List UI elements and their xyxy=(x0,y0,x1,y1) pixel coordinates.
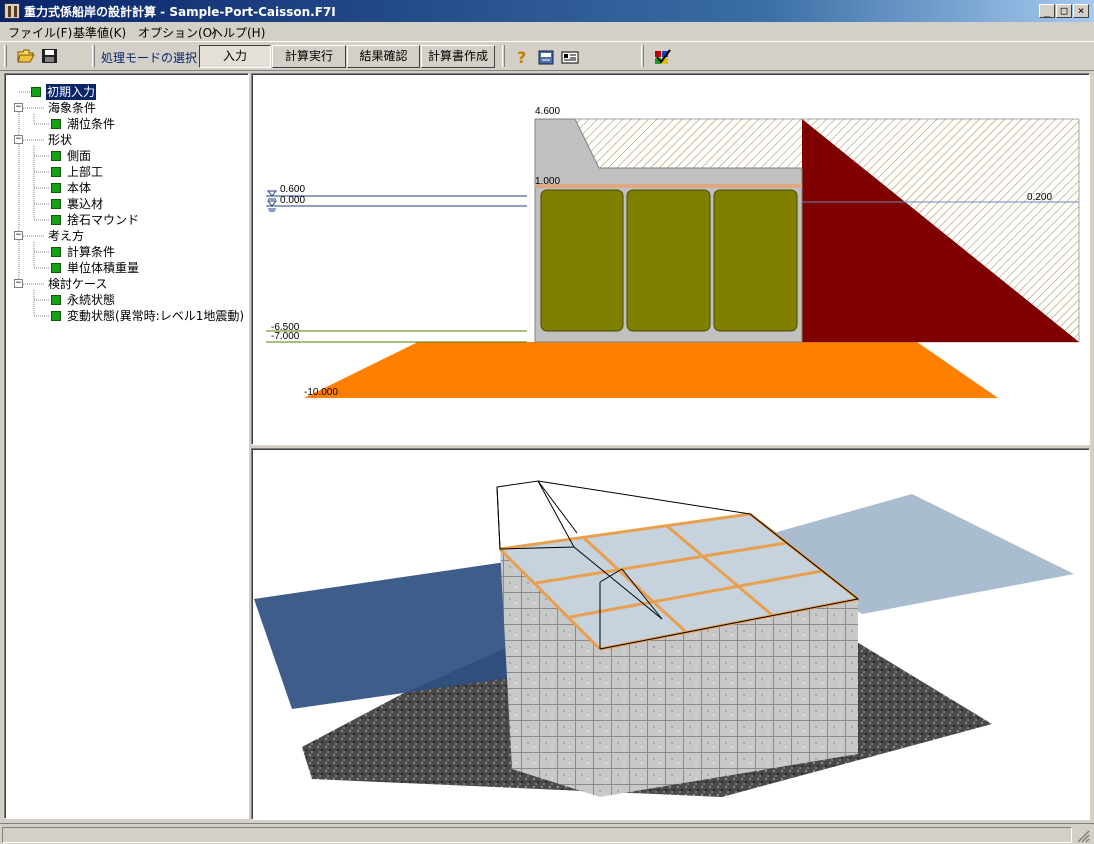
status-bar xyxy=(0,823,1094,844)
menu-help[interactable]: ヘルプ(H) xyxy=(211,24,265,41)
collapse-icon[interactable]: − xyxy=(14,231,23,240)
close-button[interactable]: × xyxy=(1073,4,1089,18)
open-folder-icon[interactable] xyxy=(14,45,38,68)
item-icon xyxy=(51,167,61,177)
collapse-icon[interactable]: − xyxy=(14,279,23,288)
item-icon xyxy=(51,263,61,273)
save-disk-icon[interactable] xyxy=(38,45,62,68)
svg-text:?: ? xyxy=(517,48,526,66)
help-question-icon[interactable]: ? xyxy=(510,45,534,68)
item-icon xyxy=(51,151,61,161)
label-mound-top: -7.000 xyxy=(271,331,300,342)
window-title: 重力式係船岸の設計計算 - Sample-Port-Caisson.F7I xyxy=(24,5,336,19)
info-card-icon[interactable] xyxy=(558,45,582,68)
tree-group-label: 考え方 xyxy=(48,229,85,243)
tree-root-label: 初期入力 xyxy=(46,84,97,100)
manual-book-icon[interactable] xyxy=(534,45,558,68)
rubble-mound xyxy=(304,342,998,398)
toolbar-grip[interactable] xyxy=(641,45,644,67)
tree-item-label: 変動状態(異常時:レベル1地震動) xyxy=(67,309,245,323)
status-field xyxy=(2,827,1072,843)
application-window: 重力式係船岸の設計計算 - Sample-Port-Caisson.F7I _ … xyxy=(0,0,1094,844)
item-icon xyxy=(51,311,61,321)
caisson-cell xyxy=(713,189,798,332)
mode-report-button[interactable]: 計算書作成 xyxy=(421,45,495,68)
label-lwl: 0.000 xyxy=(280,195,305,206)
mode-input-button[interactable]: 入力 xyxy=(199,45,271,68)
item-icon xyxy=(51,295,61,305)
item-icon xyxy=(51,247,61,257)
item-icon xyxy=(51,119,61,129)
app-icon xyxy=(4,3,20,19)
label-hwl: 0.600 xyxy=(280,184,305,195)
tree-group-label: 形状 xyxy=(48,133,73,147)
checked-icon xyxy=(31,87,41,97)
tree-item-label: 計算条件 xyxy=(67,245,116,259)
caisson-cell xyxy=(626,189,711,332)
tree-item-label: 上部工 xyxy=(67,165,104,179)
label-crown: 4.600 xyxy=(535,106,560,117)
resize-grip-icon[interactable] xyxy=(1076,829,1090,843)
minimize-button[interactable]: _ xyxy=(1039,4,1055,18)
tree-item-label: 本体 xyxy=(67,181,92,195)
tree-item-label: 永続状態 xyxy=(67,293,116,307)
caisson-cell xyxy=(540,189,624,332)
item-icon xyxy=(51,183,61,193)
title-bar[interactable]: 重力式係船岸の設計計算 - Sample-Port-Caisson.F7I _ … xyxy=(0,0,1094,22)
tree-connector-lines xyxy=(18,91,49,317)
toolbar-grip[interactable] xyxy=(4,45,7,67)
tree-item-label: 裏込材 xyxy=(67,197,104,211)
toolbar: 処理モードの選択 入力 計算実行 結果確認 計算書作成 ? xyxy=(0,41,1094,71)
tree-group-label: 検討ケース xyxy=(48,277,108,291)
model-3d-view[interactable] xyxy=(251,448,1090,820)
toolbar-grip[interactable] xyxy=(92,45,95,67)
label-cap-bottom: 1.000 xyxy=(535,176,560,187)
toolbar-grip[interactable] xyxy=(502,45,505,67)
collapse-icon[interactable]: − xyxy=(14,135,23,144)
maximize-button[interactable]: □ xyxy=(1056,4,1072,18)
tree-item-label: 単位体積重量 xyxy=(67,261,140,275)
tree-item-label: 側面 xyxy=(67,149,92,163)
mode-results-button[interactable]: 結果確認 xyxy=(347,45,420,68)
check-list-icon[interactable] xyxy=(650,45,674,68)
tree-group-label: 海象条件 xyxy=(48,101,97,115)
label-seabed: -10.000 xyxy=(304,387,338,398)
input-tree-panel[interactable]: 初期入力 − 海象条件 潮位条件 − 形状 側面 上部工 本体 裏込材 捨石マウ… xyxy=(4,73,249,819)
cross-section-view[interactable]: 4.600 0.600 0.000 1.000 0.200 -6.500 -7.… xyxy=(251,73,1090,445)
mode-selection-label: 処理モードの選択 xyxy=(101,51,198,65)
menu-options[interactable]: オプション(O) xyxy=(138,24,217,41)
cap-joint xyxy=(535,184,802,188)
label-residual: 0.200 xyxy=(1027,192,1052,203)
tree-item-label: 捨石マウンド xyxy=(67,213,140,227)
collapse-icon[interactable]: − xyxy=(14,103,23,112)
menu-file[interactable]: ファイル(F) xyxy=(8,24,72,41)
menu-bar: ファイル(F) 基準値(K) オプション(O) ヘルプ(H) xyxy=(0,22,1094,41)
menu-standards[interactable]: 基準値(K) xyxy=(73,24,126,41)
tree-item-label: 潮位条件 xyxy=(67,117,116,131)
mode-calculate-button[interactable]: 計算実行 xyxy=(272,45,346,68)
item-icon xyxy=(51,215,61,225)
tide-mark-icon xyxy=(266,190,278,212)
item-icon xyxy=(51,199,61,209)
